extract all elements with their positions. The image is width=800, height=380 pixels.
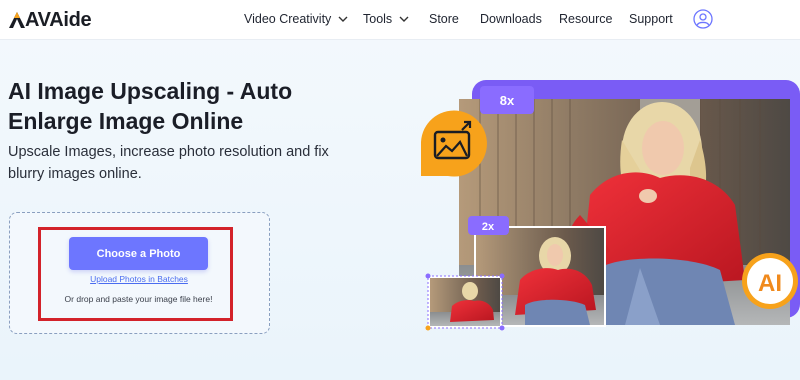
logo-text: AVAide bbox=[25, 8, 92, 31]
badge-2x-text: 2x bbox=[482, 221, 495, 233]
badge-8x bbox=[480, 86, 534, 114]
small-photo bbox=[430, 278, 500, 326]
nav-item-video-creativity[interactable]: Video Creativity bbox=[244, 12, 348, 26]
upload-batches-link[interactable]: Upload Photos in Batches bbox=[70, 274, 208, 284]
badge-8x-text: 8x bbox=[500, 93, 515, 108]
nav-item-resource[interactable]: Resource bbox=[559, 12, 613, 26]
drop-hint-text: Or drop and paste your image file here! bbox=[64, 294, 213, 304]
large-photo bbox=[459, 99, 790, 325]
medium-photo bbox=[476, 228, 604, 325]
image-enlarge-icon bbox=[421, 110, 487, 177]
purple-backdrop bbox=[472, 80, 800, 318]
nav-label: Video Creativity bbox=[244, 12, 332, 26]
nav-label: Resource bbox=[559, 12, 613, 26]
nav-label: Store bbox=[429, 12, 459, 26]
nav-item-support[interactable]: Support bbox=[629, 12, 673, 26]
user-circle-icon[interactable] bbox=[693, 9, 713, 29]
choose-photo-button[interactable]: Choose a Photo bbox=[69, 237, 208, 270]
top-header: AVAide Video Creativity Tools Store Down… bbox=[0, 0, 800, 40]
chevron-down-icon bbox=[399, 16, 409, 22]
chevron-down-icon bbox=[338, 16, 348, 22]
nav-item-downloads[interactable]: Downloads bbox=[480, 12, 542, 26]
nav-label: Downloads bbox=[480, 12, 542, 26]
medium-photo-frame bbox=[474, 226, 606, 327]
nav-label: Tools bbox=[363, 12, 393, 26]
ai-badge-text: AI bbox=[758, 270, 782, 297]
page-title: AI Image Upscaling - Auto Enlarge Image … bbox=[8, 78, 293, 134]
nav-item-tools[interactable]: Tools bbox=[363, 12, 409, 26]
nav-item-store[interactable]: Store bbox=[429, 12, 459, 26]
page-subtitle: Upscale Images, increase photo resolutio… bbox=[8, 144, 329, 182]
badge-2x bbox=[468, 216, 509, 235]
nav-label: Support bbox=[629, 12, 673, 26]
small-photo-frame bbox=[428, 276, 502, 328]
ai-badge bbox=[742, 253, 798, 309]
avaide-logo[interactable]: AVAide bbox=[8, 8, 92, 31]
logo-mark-icon bbox=[9, 12, 25, 28]
